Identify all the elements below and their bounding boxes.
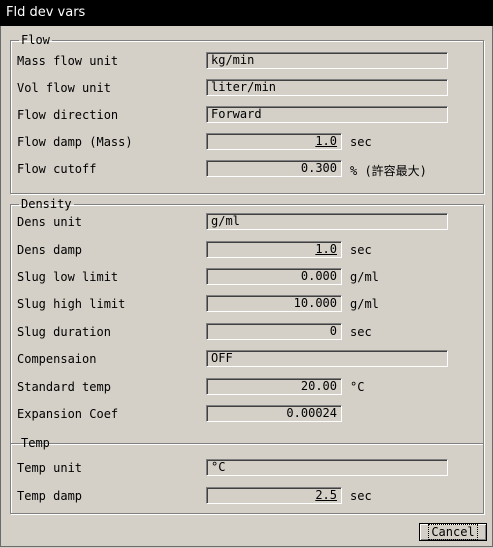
temp-unit-field[interactable]: °C xyxy=(206,459,448,476)
compensation-label: Compensaion xyxy=(17,352,97,366)
temp-group-legend: Temp xyxy=(21,436,50,450)
window-title: Fld dev vars xyxy=(6,5,86,20)
cancel-button-label: Cancel xyxy=(428,524,478,540)
temp-unit-row: Temp unit °C xyxy=(17,459,477,479)
slug-high-limit-label: Slug high limit xyxy=(17,297,126,311)
flow-direction-row: Flow direction Forward xyxy=(17,106,477,126)
flow-cutoff-unit: % (許容最大) xyxy=(350,164,427,178)
standard-temp-field[interactable]: 20.00 xyxy=(206,378,342,395)
temp-unit-label: Temp unit xyxy=(17,461,83,475)
slug-low-limit-field[interactable]: 0.000 xyxy=(206,268,342,285)
temp-damp-field[interactable]: 2.5 xyxy=(206,487,342,504)
title-bar: Fld dev vars xyxy=(0,0,493,26)
dens-damp-label: Dens damp xyxy=(17,243,83,257)
dens-unit-label: Dens unit xyxy=(17,215,83,229)
expansion-coef-row: Expansion Coef 0.00024 xyxy=(17,405,477,425)
standard-temp-row: Standard temp 20.00 °C xyxy=(17,378,477,398)
expansion-coef-label: Expansion Coef xyxy=(17,407,119,421)
cancel-button[interactable]: Cancel xyxy=(419,523,487,541)
slug-high-limit-row: Slug high limit 10.000 g/ml xyxy=(17,295,477,315)
mass-flow-unit-label: Mass flow unit xyxy=(17,54,119,68)
flow-damp-unit: sec xyxy=(350,135,372,149)
vol-flow-unit-label: Vol flow unit xyxy=(17,81,111,95)
standard-temp-unit: °C xyxy=(350,380,365,394)
dens-damp-row: Dens damp 1.0 sec xyxy=(17,241,477,261)
flow-direction-label: Flow direction xyxy=(17,108,119,122)
mass-flow-unit-field[interactable]: kg/min xyxy=(206,52,448,69)
vol-flow-unit-field[interactable]: liter/min xyxy=(206,79,448,96)
slug-low-limit-row: Slug low limit 0.000 g/ml xyxy=(17,268,477,288)
flow-direction-field[interactable]: Forward xyxy=(206,106,448,123)
dens-unit-field[interactable]: g/ml xyxy=(206,213,448,230)
flow-cutoff-field[interactable]: 0.300 xyxy=(206,160,342,177)
flow-damp-label: Flow damp (Mass) xyxy=(17,135,133,149)
slug-low-limit-label: Slug low limit xyxy=(17,270,119,284)
slug-low-limit-unit: g/ml xyxy=(350,270,379,284)
flow-damp-field[interactable]: 1.0 xyxy=(206,133,342,150)
flow-cutoff-row: Flow cutoff 0.300 % (許容最大) xyxy=(17,160,477,180)
vol-flow-unit-row: Vol flow unit liter/min xyxy=(17,79,477,99)
standard-temp-label: Standard temp xyxy=(17,380,111,394)
dialog-body: Flow Mass flow unit kg/min Vol flow unit… xyxy=(0,26,493,547)
dens-damp-unit: sec xyxy=(350,243,372,257)
dens-unit-row: Dens unit g/ml xyxy=(17,213,477,233)
compensation-row: Compensaion OFF xyxy=(17,350,477,370)
temp-damp-row: Temp damp 2.5 sec xyxy=(17,487,477,507)
flow-group-legend: Flow xyxy=(21,33,50,47)
temp-damp-label: Temp damp xyxy=(17,489,83,503)
slug-high-limit-unit: g/ml xyxy=(350,297,379,311)
temp-damp-unit: sec xyxy=(350,489,372,503)
slug-duration-label: Slug duration xyxy=(17,325,111,339)
flow-cutoff-label: Flow cutoff xyxy=(17,162,97,176)
slug-duration-field[interactable]: 0 xyxy=(206,323,342,340)
compensation-field[interactable]: OFF xyxy=(206,350,448,367)
slug-high-limit-field[interactable]: 10.000 xyxy=(206,295,342,312)
slug-duration-unit: sec xyxy=(350,325,372,339)
mass-flow-unit-row: Mass flow unit kg/min xyxy=(17,52,477,72)
density-group-legend: Density xyxy=(21,197,72,211)
expansion-coef-field[interactable]: 0.00024 xyxy=(206,405,342,422)
slug-duration-row: Slug duration 0 sec xyxy=(17,323,477,343)
flow-damp-row: Flow damp (Mass) 1.0 sec xyxy=(17,133,477,153)
dens-damp-field[interactable]: 1.0 xyxy=(206,241,342,258)
